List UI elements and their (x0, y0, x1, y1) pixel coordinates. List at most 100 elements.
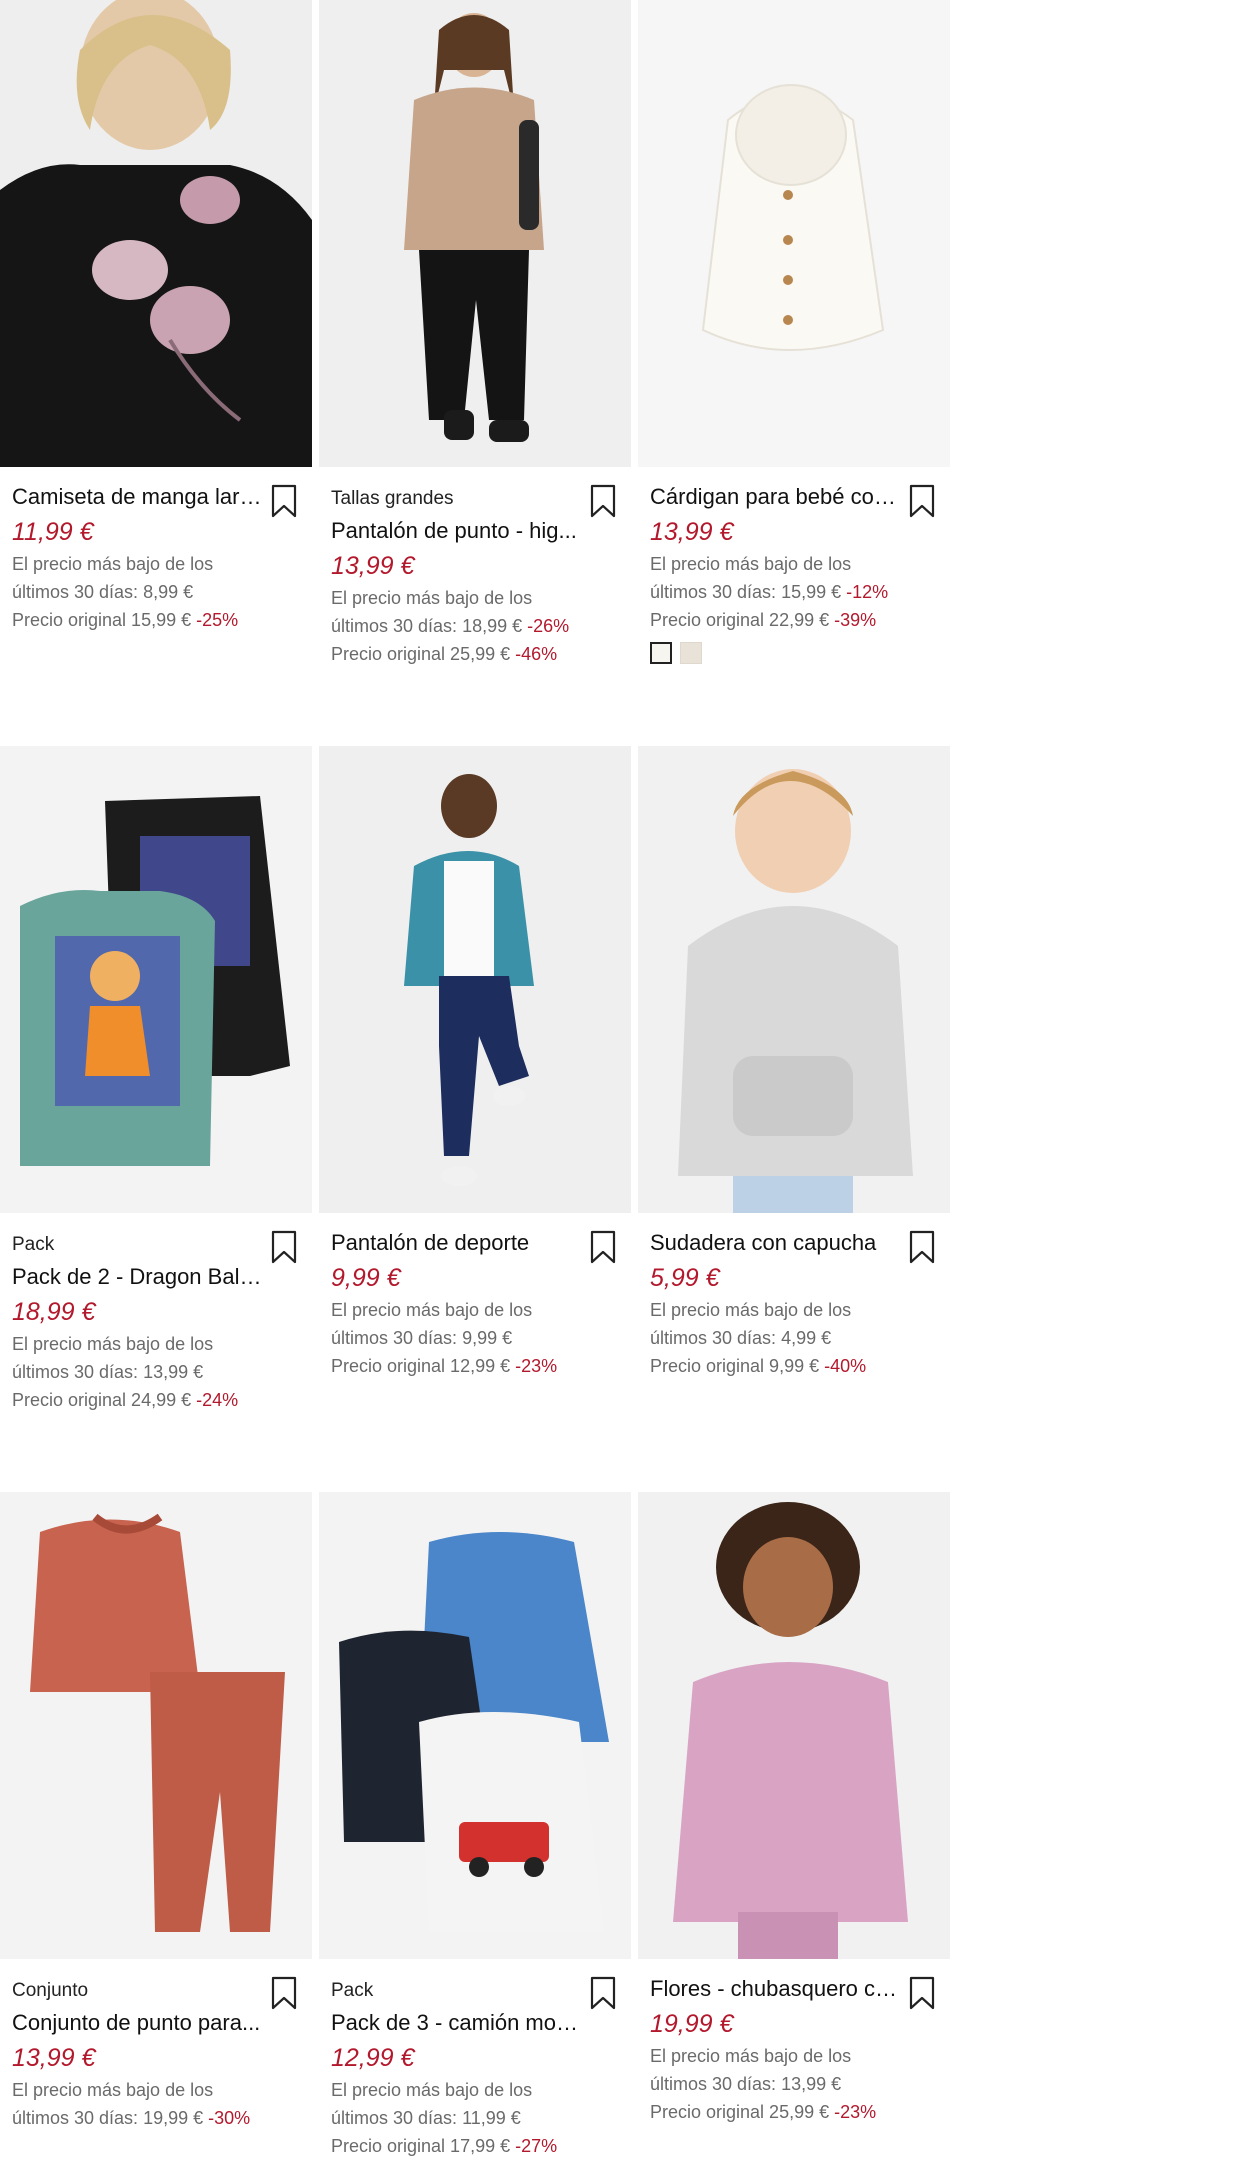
product-info: Conjunto Conjunto de punto para... 13,99… (12, 1972, 297, 2132)
lowest-price-text: últimos 30 días: 13,99 € (650, 2074, 842, 2094)
original-price: Precio original 24,99 € -24% (12, 1386, 297, 1414)
product-tag: Conjunto (12, 1980, 89, 2001)
lowest-price-line1: El precio más bajo de los (12, 554, 214, 574)
product-image[interactable] (319, 746, 631, 1213)
bookmark-icon[interactable] (908, 1230, 936, 1264)
color-swatch-beige[interactable] (680, 642, 702, 664)
lowest-price-line1: El precio más bajo de los (331, 588, 533, 608)
discount-badge: -39% (834, 610, 877, 630)
lowest-price-text: últimos 30 días: 8,99 € (12, 582, 194, 602)
product-info: Pantalón de deporte 9,99 € El precio más… (331, 1226, 616, 1380)
product-info: Pack Pack de 2 - Dragon Ball ... 18,99 €… (12, 1226, 297, 1414)
original-price: Precio original 25,99 € -23% (650, 2098, 935, 2126)
bookmark-icon[interactable] (589, 484, 617, 518)
lowest-price-line2: últimos 30 días: 18,99 € -26% (331, 612, 616, 640)
product-title[interactable]: Pantalón de punto - hig... (331, 514, 581, 548)
product-image[interactable] (319, 0, 631, 467)
bookmark-icon[interactable] (270, 1976, 298, 2010)
product-image[interactable] (0, 746, 312, 1213)
lowest-price-line2: últimos 30 días: 19,99 € -30% (12, 2104, 297, 2132)
product-title[interactable]: Camiseta de manga larg... (12, 480, 262, 514)
lowest-price-line2: últimos 30 días: 9,99 € (331, 1324, 616, 1352)
product-price: 12,99 € (331, 2044, 415, 2072)
product-info: Cárdigan para bebé con... 13,99 € El pre… (650, 480, 935, 670)
original-price: Precio original 9,99 € -40% (650, 1352, 935, 1380)
discount-badge: -40% (824, 1356, 867, 1376)
product-info: Pack Pack de 3 - camión mon... 12,99 € E… (331, 1972, 616, 2160)
product-title[interactable]: Cárdigan para bebé con... (650, 480, 900, 514)
lowest-price-line2: últimos 30 días: 11,99 € (331, 2104, 616, 2132)
lowest-price-text: últimos 30 días: 4,99 € (650, 1328, 832, 1348)
product-title[interactable]: Sudadera con capucha (650, 1226, 900, 1260)
discount-badge: -25% (196, 610, 239, 630)
product-price: 13,99 € (12, 2044, 96, 2072)
product-title[interactable]: Flores - chubasquero co... (650, 1972, 900, 2006)
product-title[interactable]: Pack de 2 - Dragon Ball ... (12, 1260, 262, 1294)
discount-badge: -30% (208, 2108, 251, 2128)
product-price: 11,99 € (12, 518, 94, 546)
product-image[interactable] (0, 0, 312, 467)
product-info: Sudadera con capucha 5,99 € El precio má… (650, 1226, 935, 1380)
discount-badge: -46% (515, 644, 558, 664)
original-price-text: Precio original 25,99 € (650, 2102, 830, 2122)
discount-badge: -12% (846, 582, 889, 602)
product-price: 5,99 € (650, 1264, 720, 1292)
lowest-price-line2: últimos 30 días: 8,99 € (12, 578, 297, 606)
bookmark-icon[interactable] (589, 1230, 617, 1264)
product-image[interactable] (638, 1492, 950, 1959)
product-price: 18,99 € (12, 1298, 96, 1326)
product-price: 13,99 € (650, 518, 734, 546)
discount-badge: -23% (515, 1356, 558, 1376)
bookmark-icon[interactable] (270, 1230, 298, 1264)
lowest-price-text: últimos 30 días: 18,99 € (331, 616, 523, 636)
original-price: Precio original 12,99 € -23% (331, 1352, 616, 1380)
lowest-price-text: últimos 30 días: 11,99 € (331, 2108, 521, 2128)
product-image[interactable] (638, 746, 950, 1213)
lowest-price-line1: El precio más bajo de los (331, 2080, 533, 2100)
lowest-price-text: últimos 30 días: 15,99 € (650, 582, 842, 602)
lowest-price-line1: El precio más bajo de los (12, 1334, 214, 1354)
lowest-price-line1: El precio más bajo de los (331, 1300, 533, 1320)
product-info: Tallas grandes Pantalón de punto - hig..… (331, 480, 616, 668)
discount-badge: -24% (196, 1390, 239, 1410)
lowest-price-text: últimos 30 días: 9,99 € (331, 1328, 513, 1348)
original-price: Precio original 25,99 € -46% (331, 640, 616, 668)
original-price: Precio original 15,99 € -25% (12, 606, 297, 634)
color-swatches (650, 642, 935, 670)
original-price-text: Precio original 25,99 € (331, 644, 511, 664)
lowest-price-line1: El precio más bajo de los (12, 2080, 214, 2100)
lowest-price-line2: últimos 30 días: 13,99 € (650, 2070, 935, 2098)
lowest-price-line1: El precio más bajo de los (650, 1300, 852, 1320)
product-tag: Tallas grandes (331, 488, 454, 509)
original-price-text: Precio original 9,99 € (650, 1356, 820, 1376)
product-title[interactable]: Pantalón de deporte (331, 1226, 581, 1260)
product-title[interactable]: Conjunto de punto para... (12, 2006, 262, 2040)
product-info: Flores - chubasquero co... 19,99 € El pr… (650, 1972, 935, 2126)
lowest-price-line1: El precio más bajo de los (650, 2046, 852, 2066)
product-tag: Pack (331, 1980, 374, 2001)
product-price: 9,99 € (331, 1264, 401, 1292)
original-price-text: Precio original 22,99 € (650, 610, 830, 630)
lowest-price-text: últimos 30 días: 19,99 € (12, 2108, 204, 2128)
product-title[interactable]: Pack de 3 - camión mon... (331, 2006, 581, 2040)
original-price-text: Precio original 12,99 € (331, 1356, 511, 1376)
bookmark-icon[interactable] (270, 484, 298, 518)
lowest-price-line1: El precio más bajo de los (650, 554, 852, 574)
product-price: 13,99 € (331, 552, 415, 580)
discount-badge: -26% (527, 616, 570, 636)
color-swatch-white[interactable] (650, 642, 672, 664)
bookmark-icon[interactable] (908, 1976, 936, 2010)
product-info: Camiseta de manga larg... 11,99 € El pre… (12, 480, 297, 634)
bookmark-icon[interactable] (589, 1976, 617, 2010)
discount-badge: -27% (515, 2136, 558, 2156)
product-image[interactable] (319, 1492, 631, 1959)
product-image[interactable] (0, 1492, 312, 1959)
bookmark-icon[interactable] (908, 484, 936, 518)
product-price: 19,99 € (650, 2010, 734, 2038)
original-price: Precio original 22,99 € -39% (650, 606, 935, 634)
lowest-price-line2: últimos 30 días: 4,99 € (650, 1324, 935, 1352)
original-price: Precio original 17,99 € -27% (331, 2132, 616, 2160)
original-price-text: Precio original 17,99 € (331, 2136, 511, 2156)
product-image[interactable] (638, 0, 950, 467)
discount-badge: -23% (834, 2102, 877, 2122)
